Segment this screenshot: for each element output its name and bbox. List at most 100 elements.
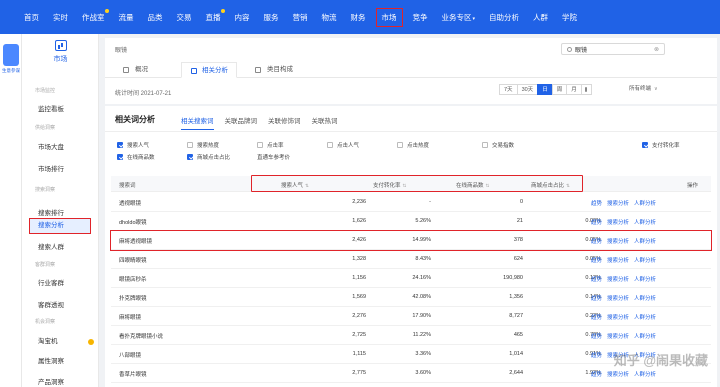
row-action-link[interactable]: 人群分析 xyxy=(634,199,656,207)
row-action-link[interactable]: 趋势 xyxy=(591,199,602,207)
row-action-link[interactable]: 趋势 xyxy=(591,294,602,302)
sidebar-item[interactable]: 搜索分析 xyxy=(29,218,91,234)
sidebar-item[interactable]: 市场大盘 xyxy=(30,141,90,155)
mascot-label: 生意参谋 xyxy=(2,68,20,73)
row-action-link[interactable]: 搜索分析 xyxy=(607,332,629,340)
period-selector: 7天 30天日周月 xyxy=(499,84,592,95)
nav-item-14[interactable]: 业务专区▾ xyxy=(442,12,476,23)
channel-select[interactable]: 所有终端 ∨ xyxy=(625,84,675,95)
nav-label: 业务专区 xyxy=(441,12,472,22)
period-option[interactable]: 日 xyxy=(537,84,553,95)
metric-checkbox[interactable]: 搜索热度 xyxy=(187,141,219,149)
nav-label: 学院 xyxy=(562,12,578,22)
metric-checkbox[interactable]: 支付转化率 xyxy=(642,141,680,149)
nav-item-8[interactable]: 服务 xyxy=(264,12,279,23)
nav-item-4[interactable]: 品类 xyxy=(148,12,163,23)
row-action-link[interactable]: 人群分析 xyxy=(634,313,656,321)
row-action-link[interactable]: 趋势 xyxy=(591,237,602,245)
word-subtab[interactable]: 相关搜索词 xyxy=(181,115,214,130)
nav-item-7[interactable]: 内容 xyxy=(235,12,250,23)
row-action-link[interactable]: 搜索分析 xyxy=(607,313,629,321)
sidebar-header: 市场 xyxy=(22,40,99,64)
nav-item-10[interactable]: 物流 xyxy=(322,12,337,23)
row-action-link[interactable]: 趋势 xyxy=(591,351,602,359)
nav-label: 营销 xyxy=(292,12,308,22)
row-action-link[interactable]: 搜索分析 xyxy=(607,218,629,226)
tab-category-composition[interactable]: 类目构成 xyxy=(255,62,293,78)
clear-icon[interactable]: ⊗ xyxy=(654,46,659,53)
keyword-search-input[interactable]: 眼镜 ⊗ xyxy=(561,43,665,55)
nav-item-17[interactable]: 学院 xyxy=(562,12,577,23)
nav-item-0[interactable]: 首页 xyxy=(24,12,39,23)
cell-pop: 2,276 xyxy=(352,313,366,319)
metric-checkbox[interactable]: 商城点击占比 xyxy=(187,153,230,161)
metric-checkbox[interactable]: 搜索人气 xyxy=(117,141,149,149)
row-action-link[interactable]: 搜索分析 xyxy=(607,294,629,302)
row-action-link[interactable]: 人群分析 xyxy=(634,370,656,378)
period-option[interactable]: 周 xyxy=(551,84,568,95)
tab-related-analysis[interactable]: 相关分析 xyxy=(181,62,237,78)
row-action-link[interactable]: 人群分析 xyxy=(634,332,656,340)
nav-item-6[interactable]: 直播 xyxy=(205,8,225,23)
period-option[interactable]: 7天 xyxy=(499,84,518,95)
cell-pop: 2,426 xyxy=(352,237,366,243)
nav-item-11[interactable]: 财务 xyxy=(351,12,366,23)
row-action-link[interactable]: 搜索分析 xyxy=(607,199,629,207)
nav-item-13[interactable]: 竞争 xyxy=(413,12,428,23)
nav-item-3[interactable]: 流量 xyxy=(119,12,134,23)
mascot-icon[interactable] xyxy=(3,44,19,66)
row-action-link[interactable]: 趋势 xyxy=(591,256,602,264)
row-action-link[interactable]: 趋势 xyxy=(591,370,602,378)
row-action-link[interactable]: 趋势 xyxy=(591,275,602,283)
metric-checkbox[interactable]: 点击率 xyxy=(257,141,284,149)
tab-overview[interactable]: 概况 xyxy=(123,62,148,78)
row-action-link[interactable]: 趋势 xyxy=(591,313,602,321)
sidebar-item[interactable]: 监控看板 xyxy=(30,103,90,117)
row-action-link[interactable]: 人群分析 xyxy=(634,275,656,283)
word-subtab[interactable]: 关联修饰词 xyxy=(268,115,301,130)
sidebar-item[interactable]: 行业客群 xyxy=(30,277,90,291)
row-action-link[interactable]: 人群分析 xyxy=(634,294,656,302)
sidebar-item[interactable]: 产品洞察 xyxy=(30,376,90,387)
metric-checkbox[interactable]: 点击人气 xyxy=(327,141,359,149)
row-action-link[interactable]: 人群分析 xyxy=(634,218,656,226)
nav-item-5[interactable]: 交易 xyxy=(177,12,192,23)
nav-item-1[interactable]: 实时 xyxy=(53,12,68,23)
row-action-link[interactable]: 趋势 xyxy=(591,332,602,340)
table-row: dholdo眼镜 1,626 5.26% 21 0.00% 趋势 搜索分析 人群分析 xyxy=(111,212,711,231)
sidebar-item[interactable]: 搜索人群 xyxy=(30,241,90,255)
cell-items: 0 xyxy=(519,199,523,205)
cell-items: 190,980 xyxy=(503,275,523,281)
metric-checkbox[interactable]: 在线商品数 xyxy=(117,153,155,161)
checkbox-label: 搜索热度 xyxy=(197,143,220,149)
row-action-link[interactable]: 趋势 xyxy=(591,218,602,226)
sidebar-item[interactable]: 市场排行 xyxy=(30,163,90,177)
related-words-card: 相关词分析 相关搜索词 关联品牌词 关联修饰词 关联热词 搜索人气 搜索热度 点击率 点击人… xyxy=(105,106,717,387)
row-action-link[interactable]: 搜索分析 xyxy=(607,275,629,283)
section-title: 相关词分析 xyxy=(115,115,155,124)
period-option[interactable]: 月 xyxy=(566,84,582,95)
word-subtab[interactable]: 关联品牌词 xyxy=(225,115,258,130)
word-subtab[interactable]: 关联热词 xyxy=(312,115,338,130)
period-option[interactable]: 30天 xyxy=(516,84,539,95)
row-action-link[interactable]: 搜索分析 xyxy=(607,237,629,245)
metric-checkbox[interactable]: 直通车参考价 xyxy=(257,153,290,161)
sidebar-item[interactable]: 属性洞察 xyxy=(30,355,90,369)
sidebar-item[interactable]: 客群透视 xyxy=(30,299,90,313)
nav-item-9[interactable]: 营销 xyxy=(293,12,308,23)
row-action-link[interactable]: 搜索分析 xyxy=(607,256,629,264)
metric-checkbox[interactable]: 交易指数 xyxy=(482,141,514,149)
row-action-link[interactable]: 搜索分析 xyxy=(607,370,629,378)
nav-item-16[interactable]: 人群 xyxy=(533,12,548,23)
row-action-link[interactable]: 人群分析 xyxy=(634,237,656,245)
notification-dot xyxy=(88,339,94,345)
nav-item-15[interactable]: 自助分析 xyxy=(489,12,519,23)
calendar-icon[interactable] xyxy=(580,84,592,95)
sidebar-title: 市场 xyxy=(53,56,68,63)
row-action-link[interactable]: 人群分析 xyxy=(634,256,656,264)
nav-item-12[interactable]: 市场 xyxy=(375,7,403,27)
nav-label: 直播 xyxy=(205,12,221,22)
sidebar-item[interactable]: 淘宝机 xyxy=(30,335,90,349)
nav-item-2[interactable]: 作战室 xyxy=(82,8,109,23)
metric-checkbox[interactable]: 点击热度 xyxy=(397,141,429,149)
